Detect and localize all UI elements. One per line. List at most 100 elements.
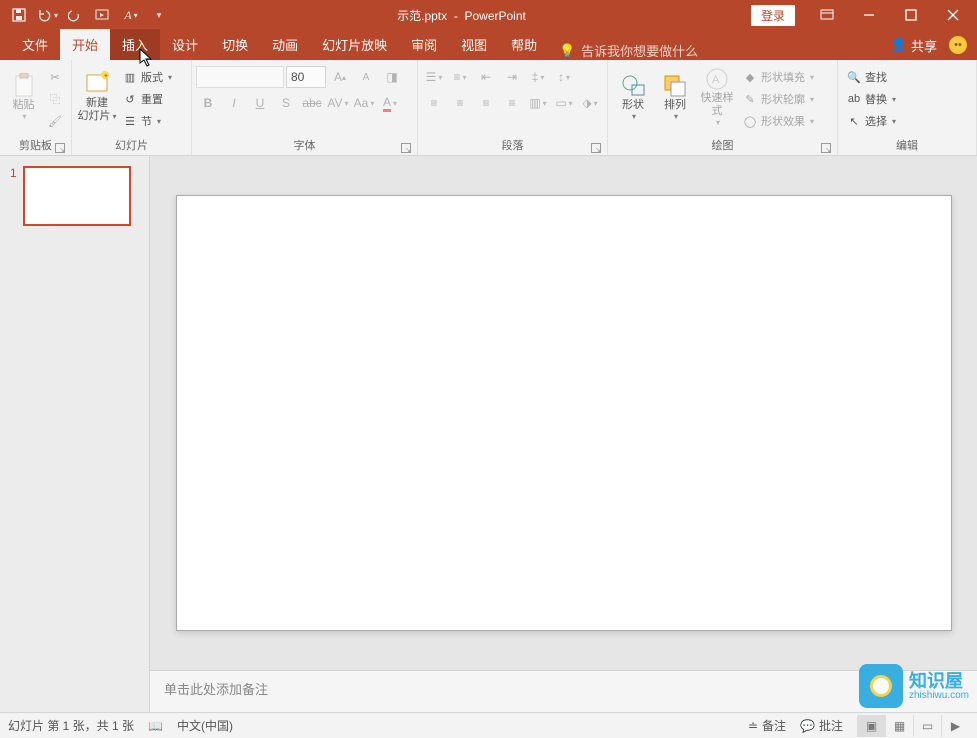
language-indicator[interactable]: 中文(中国) (177, 717, 233, 734)
cut-button[interactable]: ✂ (43, 66, 67, 88)
comments-toggle[interactable]: 💬批注 (800, 717, 843, 734)
sorter-view-button[interactable]: ▦ (885, 715, 913, 737)
tab-help[interactable]: 帮助 (499, 29, 549, 60)
tab-animations[interactable]: 动画 (260, 29, 310, 60)
slide-canvas[interactable] (176, 195, 952, 631)
text-direction-button[interactable]: ↕▾ (552, 66, 576, 88)
new-slide-button[interactable]: ✦ 新建 幻灯片▾ (76, 62, 118, 132)
tab-transitions[interactable]: 切换 (210, 29, 260, 60)
copy-button[interactable]: ⿻ (43, 88, 67, 110)
line-spacing-button[interactable]: ‡▾ (526, 66, 550, 88)
align-text-button[interactable]: ▭▾ (552, 92, 576, 114)
decrease-indent-button[interactable]: ⇤ (474, 66, 498, 88)
undo-button[interactable]: ▾ (34, 2, 60, 28)
select-button[interactable]: ↖选择▾ (842, 110, 900, 132)
quick-styles-button[interactable]: A 快速样式▾ (696, 62, 738, 132)
tab-slideshow[interactable]: 幻灯片放映 (310, 29, 399, 60)
normal-view-button[interactable]: ▣ (857, 715, 885, 737)
tab-design[interactable]: 设计 (160, 29, 210, 60)
font-family-combo[interactable] (196, 66, 284, 88)
format-painter-button[interactable]: 🖌 (43, 110, 67, 132)
paste-button[interactable]: 粘贴▾ (4, 62, 43, 132)
group-paragraph: ☰▾ ≡▾ ⇤ ⇥ ‡▾ ↕▾ ≡ ≡ ≡ ≡ ▥▾ ▭▾ ⬗▾ 段落 (418, 60, 608, 155)
change-case-button[interactable]: Aa▾ (352, 92, 376, 114)
arrange-button[interactable]: 排列▾ (654, 62, 696, 132)
spellcheck-icon[interactable]: 📖 (148, 719, 163, 733)
minimize-button[interactable] (849, 0, 889, 30)
clear-formatting-button[interactable]: ◨ (380, 66, 404, 88)
bullets-button[interactable]: ☰▾ (422, 66, 446, 88)
align-center-button[interactable]: ≡ (448, 92, 472, 114)
numbering-button[interactable]: ≡▾ (448, 66, 472, 88)
align-left-button[interactable]: ≡ (422, 92, 446, 114)
clipboard-dialog-launcher[interactable] (55, 143, 65, 153)
reading-view-button[interactable]: ▭ (913, 715, 941, 737)
tab-review[interactable]: 审阅 (399, 29, 449, 60)
section-button[interactable]: ☰节▾ (118, 110, 176, 132)
tab-home[interactable]: 开始 (60, 29, 110, 60)
share-button[interactable]: 👤 共享 (891, 36, 937, 55)
save-button[interactable] (6, 2, 32, 28)
bold-button[interactable]: B (196, 92, 220, 114)
thumbnail-preview[interactable] (23, 166, 131, 226)
eraser-icon: ◨ (386, 70, 397, 84)
layout-button[interactable]: ▥版式▾ (118, 66, 176, 88)
shape-outline-button[interactable]: ✎形状轮廓▾ (738, 88, 818, 110)
italic-button[interactable]: I (222, 92, 246, 114)
underline-button[interactable]: U (248, 92, 272, 114)
maximize-button[interactable] (891, 0, 931, 30)
font-color-button[interactable]: A▾ (378, 92, 402, 114)
replace-button[interactable]: ab替换▾ (842, 88, 900, 110)
touch-mode-button[interactable]: A▾ (118, 2, 144, 28)
close-button[interactable] (933, 0, 973, 30)
reset-icon: ↺ (122, 91, 138, 107)
tab-insert[interactable]: 插入 (110, 29, 160, 60)
smartart-button[interactable]: ⬗▾ (578, 92, 602, 114)
paragraph-dialog-launcher[interactable] (591, 143, 601, 153)
notes-icon: ≐ (748, 719, 758, 733)
window-title: 示范.pptx - PowerPoint (172, 7, 751, 24)
font-dialog-launcher[interactable] (401, 143, 411, 153)
watermark-name: 知识屋 (909, 672, 969, 690)
slide-counter[interactable]: 幻灯片 第 1 张，共 1 张 (8, 717, 134, 734)
justify-button[interactable]: ≡ (500, 92, 524, 114)
increase-font-button[interactable]: A▴ (328, 66, 352, 88)
feedback-icon[interactable]: •• (949, 36, 967, 54)
reset-button[interactable]: ↺重置 (118, 88, 176, 110)
tab-file[interactable]: 文件 (10, 29, 60, 60)
title-app: PowerPoint (464, 9, 525, 23)
thumbnail-item[interactable]: 1 (0, 166, 149, 226)
redo-button[interactable] (62, 2, 88, 28)
decrease-font-button[interactable]: A (354, 66, 378, 88)
shapes-button[interactable]: 形状▾ (612, 62, 654, 132)
watermark: 知识屋 zhishiwu.com (859, 664, 969, 708)
replace-icon: ab (846, 91, 862, 107)
ribbon-display-button[interactable] (807, 0, 847, 30)
shape-fill-button[interactable]: ◆形状填充▾ (738, 66, 818, 88)
scissors-icon: ✂ (47, 69, 63, 85)
start-from-beginning-button[interactable] (90, 2, 116, 28)
clipboard-icon (13, 73, 35, 99)
lightbulb-icon: 💡 (559, 43, 575, 59)
find-button[interactable]: 🔍查找 (842, 66, 900, 88)
notes-pane[interactable]: 单击此处添加备注 (150, 670, 977, 712)
columns-button[interactable]: ▥▾ (526, 92, 550, 114)
outline-icon: ✎ (742, 91, 758, 107)
char-spacing-button[interactable]: AV▾ (326, 92, 350, 114)
shape-effects-button[interactable]: ◯形状效果▾ (738, 110, 818, 132)
group-editing: 🔍查找 ab替换▾ ↖选择▾ 编辑 (838, 60, 977, 155)
align-right-button[interactable]: ≡ (474, 92, 498, 114)
svg-text:A: A (712, 74, 720, 86)
font-size-combo[interactable] (286, 66, 326, 88)
tab-view[interactable]: 视图 (449, 29, 499, 60)
slide-thumbnail-pane[interactable]: 1 (0, 156, 150, 712)
shadow-button[interactable]: S (274, 92, 298, 114)
tellme-search[interactable]: 💡 告诉我你想要做什么 (549, 41, 708, 60)
notes-toggle[interactable]: ≐备注 (748, 717, 786, 734)
increase-indent-button[interactable]: ⇥ (500, 66, 524, 88)
drawing-dialog-launcher[interactable] (821, 143, 831, 153)
slideshow-view-button[interactable]: ▶ (941, 715, 969, 737)
login-button[interactable]: 登录 (751, 5, 795, 26)
strikethrough-button[interactable]: abc (300, 92, 324, 114)
qat-customize-button[interactable]: ▾ (146, 2, 172, 28)
